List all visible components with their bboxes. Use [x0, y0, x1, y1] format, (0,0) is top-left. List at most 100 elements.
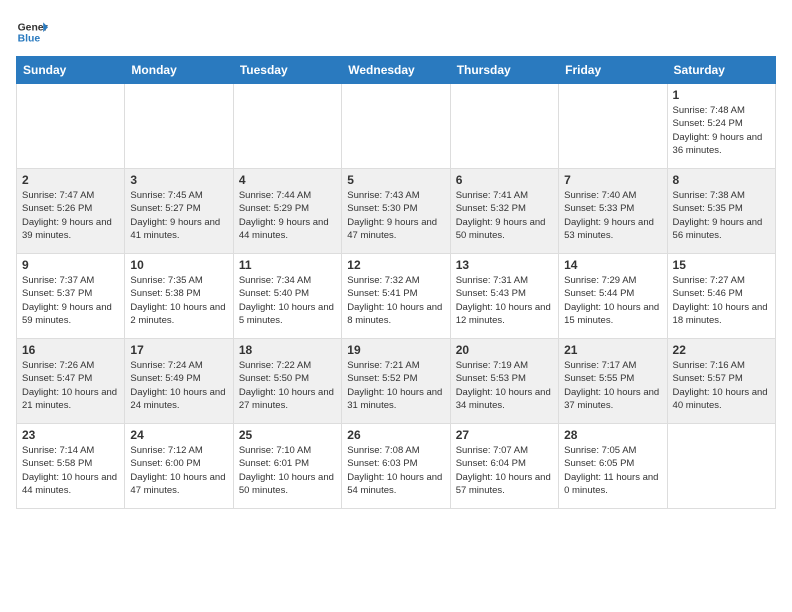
day-number: 27: [456, 428, 553, 442]
day-detail: Sunrise: 7:47 AM Sunset: 5:26 PM Dayligh…: [22, 189, 119, 242]
day-detail: Sunrise: 7:19 AM Sunset: 5:53 PM Dayligh…: [456, 359, 553, 412]
day-number: 7: [564, 173, 661, 187]
calendar-cell: 9Sunrise: 7:37 AM Sunset: 5:37 PM Daylig…: [17, 254, 125, 339]
day-detail: Sunrise: 7:34 AM Sunset: 5:40 PM Dayligh…: [239, 274, 336, 327]
day-detail: Sunrise: 7:21 AM Sunset: 5:52 PM Dayligh…: [347, 359, 444, 412]
day-detail: Sunrise: 7:27 AM Sunset: 5:46 PM Dayligh…: [673, 274, 770, 327]
svg-text:Blue: Blue: [18, 34, 41, 45]
calendar-cell: 18 Sunrise: 7:22 AM Sunset: 5:50 PM Dayli…: [233, 339, 341, 424]
day-detail: Sunrise: 7:41 AM Sunset: 5:32 PM Dayligh…: [456, 189, 553, 242]
calendar-table: SundayMondayTuesdayWednesdayThursdayFrid…: [16, 56, 776, 509]
day-number: 14: [564, 258, 661, 272]
calendar-cell: 16 Sunrise: 7:26 AM Sunset: 5:47 PM Dayli…: [17, 339, 125, 424]
day-detail: Sunrise: 7:07 AM Sunset: 6:04 PM Dayligh…: [456, 444, 553, 497]
calendar-cell: 20 Sunrise: 7:19 AM Sunset: 5:53 PM Dayli…: [450, 339, 558, 424]
calendar-cell: 2 Sunrise: 7:47 AM Sunset: 5:26 PM Daylig…: [17, 169, 125, 254]
day-detail: Sunrise: 7:10 AM Sunset: 6:01 PM Dayligh…: [239, 444, 336, 497]
day-number: 19: [347, 343, 444, 357]
day-number: 18: [239, 343, 336, 357]
day-number: 20: [456, 343, 553, 357]
weekday-header-wednesday: Wednesday: [342, 57, 450, 84]
day-number: 6: [456, 173, 553, 187]
calendar-cell: 7 Sunrise: 7:40 AM Sunset: 5:33 PM Daylig…: [559, 169, 667, 254]
weekday-header-tuesday: Tuesday: [233, 57, 341, 84]
calendar-cell: 17 Sunrise: 7:24 AM Sunset: 5:49 PM Dayli…: [125, 339, 233, 424]
calendar-cell: 12 Sunrise: 7:32 AM Sunset: 5:41 PM Dayli…: [342, 254, 450, 339]
calendar-cell: 5 Sunrise: 7:43 AM Sunset: 5:30 PM Daylig…: [342, 169, 450, 254]
day-number: 2: [22, 173, 119, 187]
day-number: 25: [239, 428, 336, 442]
day-number: 10: [130, 258, 227, 272]
day-detail: Sunrise: 7:37 AM Sunset: 5:37 PM Dayligh…: [22, 274, 119, 327]
day-detail: Sunrise: 7:24 AM Sunset: 5:49 PM Dayligh…: [130, 359, 227, 412]
day-number: 8: [673, 173, 770, 187]
day-detail: Sunrise: 7:43 AM Sunset: 5:30 PM Dayligh…: [347, 189, 444, 242]
weekday-header-monday: Monday: [125, 57, 233, 84]
weekday-header-friday: Friday: [559, 57, 667, 84]
weekday-header-saturday: Saturday: [667, 57, 775, 84]
calendar-cell: 25 Sunrise: 7:10 AM Sunset: 6:01 PM Dayli…: [233, 424, 341, 509]
logo-icon: General Blue: [16, 16, 48, 48]
calendar-week-row: 23Sunrise: 7:14 AM Sunset: 5:58 PM Dayli…: [17, 424, 776, 509]
calendar-cell: 24 Sunrise: 7:12 AM Sunset: 6:00 PM Dayli…: [125, 424, 233, 509]
calendar-cell: [559, 84, 667, 169]
weekday-header-sunday: Sunday: [17, 57, 125, 84]
calendar-week-row: 16 Sunrise: 7:26 AM Sunset: 5:47 PM Dayli…: [17, 339, 776, 424]
day-number: 22: [673, 343, 770, 357]
page-header: General Blue: [16, 16, 776, 48]
calendar-cell: 15 Sunrise: 7:27 AM Sunset: 5:46 PM Dayli…: [667, 254, 775, 339]
weekday-header-row: SundayMondayTuesdayWednesdayThursdayFrid…: [17, 57, 776, 84]
day-detail: Sunrise: 7:29 AM Sunset: 5:44 PM Dayligh…: [564, 274, 661, 327]
calendar-cell: [667, 424, 775, 509]
calendar-cell: 8 Sunrise: 7:38 AM Sunset: 5:35 PM Daylig…: [667, 169, 775, 254]
calendar-cell: 4Sunrise: 7:44 AM Sunset: 5:29 PM Daylig…: [233, 169, 341, 254]
day-detail: Sunrise: 7:45 AM Sunset: 5:27 PM Dayligh…: [130, 189, 227, 242]
day-detail: Sunrise: 7:26 AM Sunset: 5:47 PM Dayligh…: [22, 359, 119, 412]
day-detail: Sunrise: 7:17 AM Sunset: 5:55 PM Dayligh…: [564, 359, 661, 412]
day-detail: Sunrise: 7:22 AM Sunset: 5:50 PM Dayligh…: [239, 359, 336, 412]
day-detail: Sunrise: 7:35 AM Sunset: 5:38 PM Dayligh…: [130, 274, 227, 327]
logo: General Blue: [16, 16, 48, 48]
day-detail: Sunrise: 7:12 AM Sunset: 6:00 PM Dayligh…: [130, 444, 227, 497]
calendar-cell: 6 Sunrise: 7:41 AM Sunset: 5:32 PM Daylig…: [450, 169, 558, 254]
day-number: 5: [347, 173, 444, 187]
calendar-cell: [342, 84, 450, 169]
calendar-week-row: 9Sunrise: 7:37 AM Sunset: 5:37 PM Daylig…: [17, 254, 776, 339]
day-number: 13: [456, 258, 553, 272]
day-number: 24: [130, 428, 227, 442]
calendar-cell: 10 Sunrise: 7:35 AM Sunset: 5:38 PM Dayli…: [125, 254, 233, 339]
calendar-week-row: 1 Sunrise: 7:48 AM Sunset: 5:24 PM Daylig…: [17, 84, 776, 169]
day-detail: Sunrise: 7:32 AM Sunset: 5:41 PM Dayligh…: [347, 274, 444, 327]
day-detail: Sunrise: 7:44 AM Sunset: 5:29 PM Dayligh…: [239, 189, 336, 242]
calendar-cell: [17, 84, 125, 169]
day-number: 26: [347, 428, 444, 442]
calendar-cell: 14 Sunrise: 7:29 AM Sunset: 5:44 PM Dayli…: [559, 254, 667, 339]
day-detail: Sunrise: 7:48 AM Sunset: 5:24 PM Dayligh…: [673, 104, 770, 157]
calendar-cell: 13 Sunrise: 7:31 AM Sunset: 5:43 PM Dayli…: [450, 254, 558, 339]
calendar-cell: [450, 84, 558, 169]
day-detail: Sunrise: 7:40 AM Sunset: 5:33 PM Dayligh…: [564, 189, 661, 242]
day-number: 21: [564, 343, 661, 357]
calendar-cell: 3Sunrise: 7:45 AM Sunset: 5:27 PM Daylig…: [125, 169, 233, 254]
calendar-cell: 22Sunrise: 7:16 AM Sunset: 5:57 PM Dayli…: [667, 339, 775, 424]
day-detail: Sunrise: 7:31 AM Sunset: 5:43 PM Dayligh…: [456, 274, 553, 327]
day-number: 1: [673, 88, 770, 102]
day-detail: Sunrise: 7:08 AM Sunset: 6:03 PM Dayligh…: [347, 444, 444, 497]
calendar-cell: 1 Sunrise: 7:48 AM Sunset: 5:24 PM Daylig…: [667, 84, 775, 169]
calendar-cell: 19 Sunrise: 7:21 AM Sunset: 5:52 PM Dayli…: [342, 339, 450, 424]
calendar-cell: 28Sunrise: 7:05 AM Sunset: 6:05 PM Dayli…: [559, 424, 667, 509]
day-number: 23: [22, 428, 119, 442]
weekday-header-thursday: Thursday: [450, 57, 558, 84]
day-number: 15: [673, 258, 770, 272]
calendar-cell: [233, 84, 341, 169]
calendar-cell: 11 Sunrise: 7:34 AM Sunset: 5:40 PM Dayli…: [233, 254, 341, 339]
day-number: 11: [239, 258, 336, 272]
day-number: 16: [22, 343, 119, 357]
calendar-cell: 27 Sunrise: 7:07 AM Sunset: 6:04 PM Dayli…: [450, 424, 558, 509]
day-detail: Sunrise: 7:38 AM Sunset: 5:35 PM Dayligh…: [673, 189, 770, 242]
day-number: 28: [564, 428, 661, 442]
calendar-cell: 26 Sunrise: 7:08 AM Sunset: 6:03 PM Dayli…: [342, 424, 450, 509]
calendar-cell: 21 Sunrise: 7:17 AM Sunset: 5:55 PM Dayli…: [559, 339, 667, 424]
day-number: 12: [347, 258, 444, 272]
day-number: 17: [130, 343, 227, 357]
